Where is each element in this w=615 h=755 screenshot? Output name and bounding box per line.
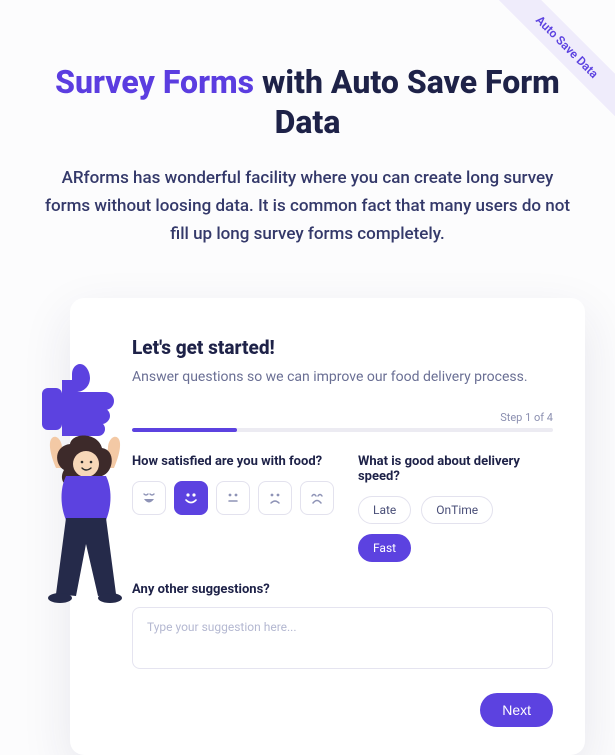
suggestions-input[interactable] — [132, 607, 553, 669]
chip-late[interactable]: Late — [358, 496, 411, 524]
face-happy[interactable] — [174, 481, 208, 515]
survey-card: Let's get started! Answer questions so w… — [70, 298, 585, 755]
actions: Next — [132, 693, 553, 727]
hero-description: ARforms has wonderful facility where you… — [40, 164, 575, 248]
satisfaction-options — [132, 481, 334, 515]
person-thumbs-up-illustration — [20, 348, 140, 608]
face-crying[interactable] — [300, 481, 334, 515]
ribbon-label: Auto Save Data — [486, 0, 615, 128]
card-subtitle: Answer questions so we can improve our f… — [132, 369, 553, 385]
question-speed: What is good about delivery speed? Late … — [358, 454, 553, 562]
face-neutral[interactable] — [216, 481, 250, 515]
question-suggestions: Any other suggestions? — [132, 582, 553, 673]
auto-save-ribbon: Auto Save Data — [475, 0, 615, 140]
progress-step-text: Step 1 of 4 — [132, 411, 553, 424]
chip-ontime[interactable]: OnTime — [421, 496, 493, 524]
progress-track — [132, 428, 553, 432]
question-satisfaction: How satisfied are you with food? — [132, 454, 334, 562]
hero-title-accent: Survey Forms — [55, 63, 254, 101]
progress-fill — [132, 428, 237, 432]
chip-fast[interactable]: Fast — [358, 534, 411, 562]
progress: Step 1 of 4 — [132, 411, 553, 432]
satisfaction-label: How satisfied are you with food? — [132, 454, 334, 469]
next-button[interactable]: Next — [480, 693, 553, 727]
suggestions-label: Any other suggestions? — [132, 582, 553, 597]
card-title: Let's get started! — [132, 336, 553, 359]
form-stage: Let's get started! Answer questions so w… — [30, 298, 585, 755]
speed-options: Late OnTime Fast — [358, 496, 553, 562]
speed-label: What is good about delivery speed? — [358, 454, 553, 484]
face-sad[interactable] — [258, 481, 292, 515]
